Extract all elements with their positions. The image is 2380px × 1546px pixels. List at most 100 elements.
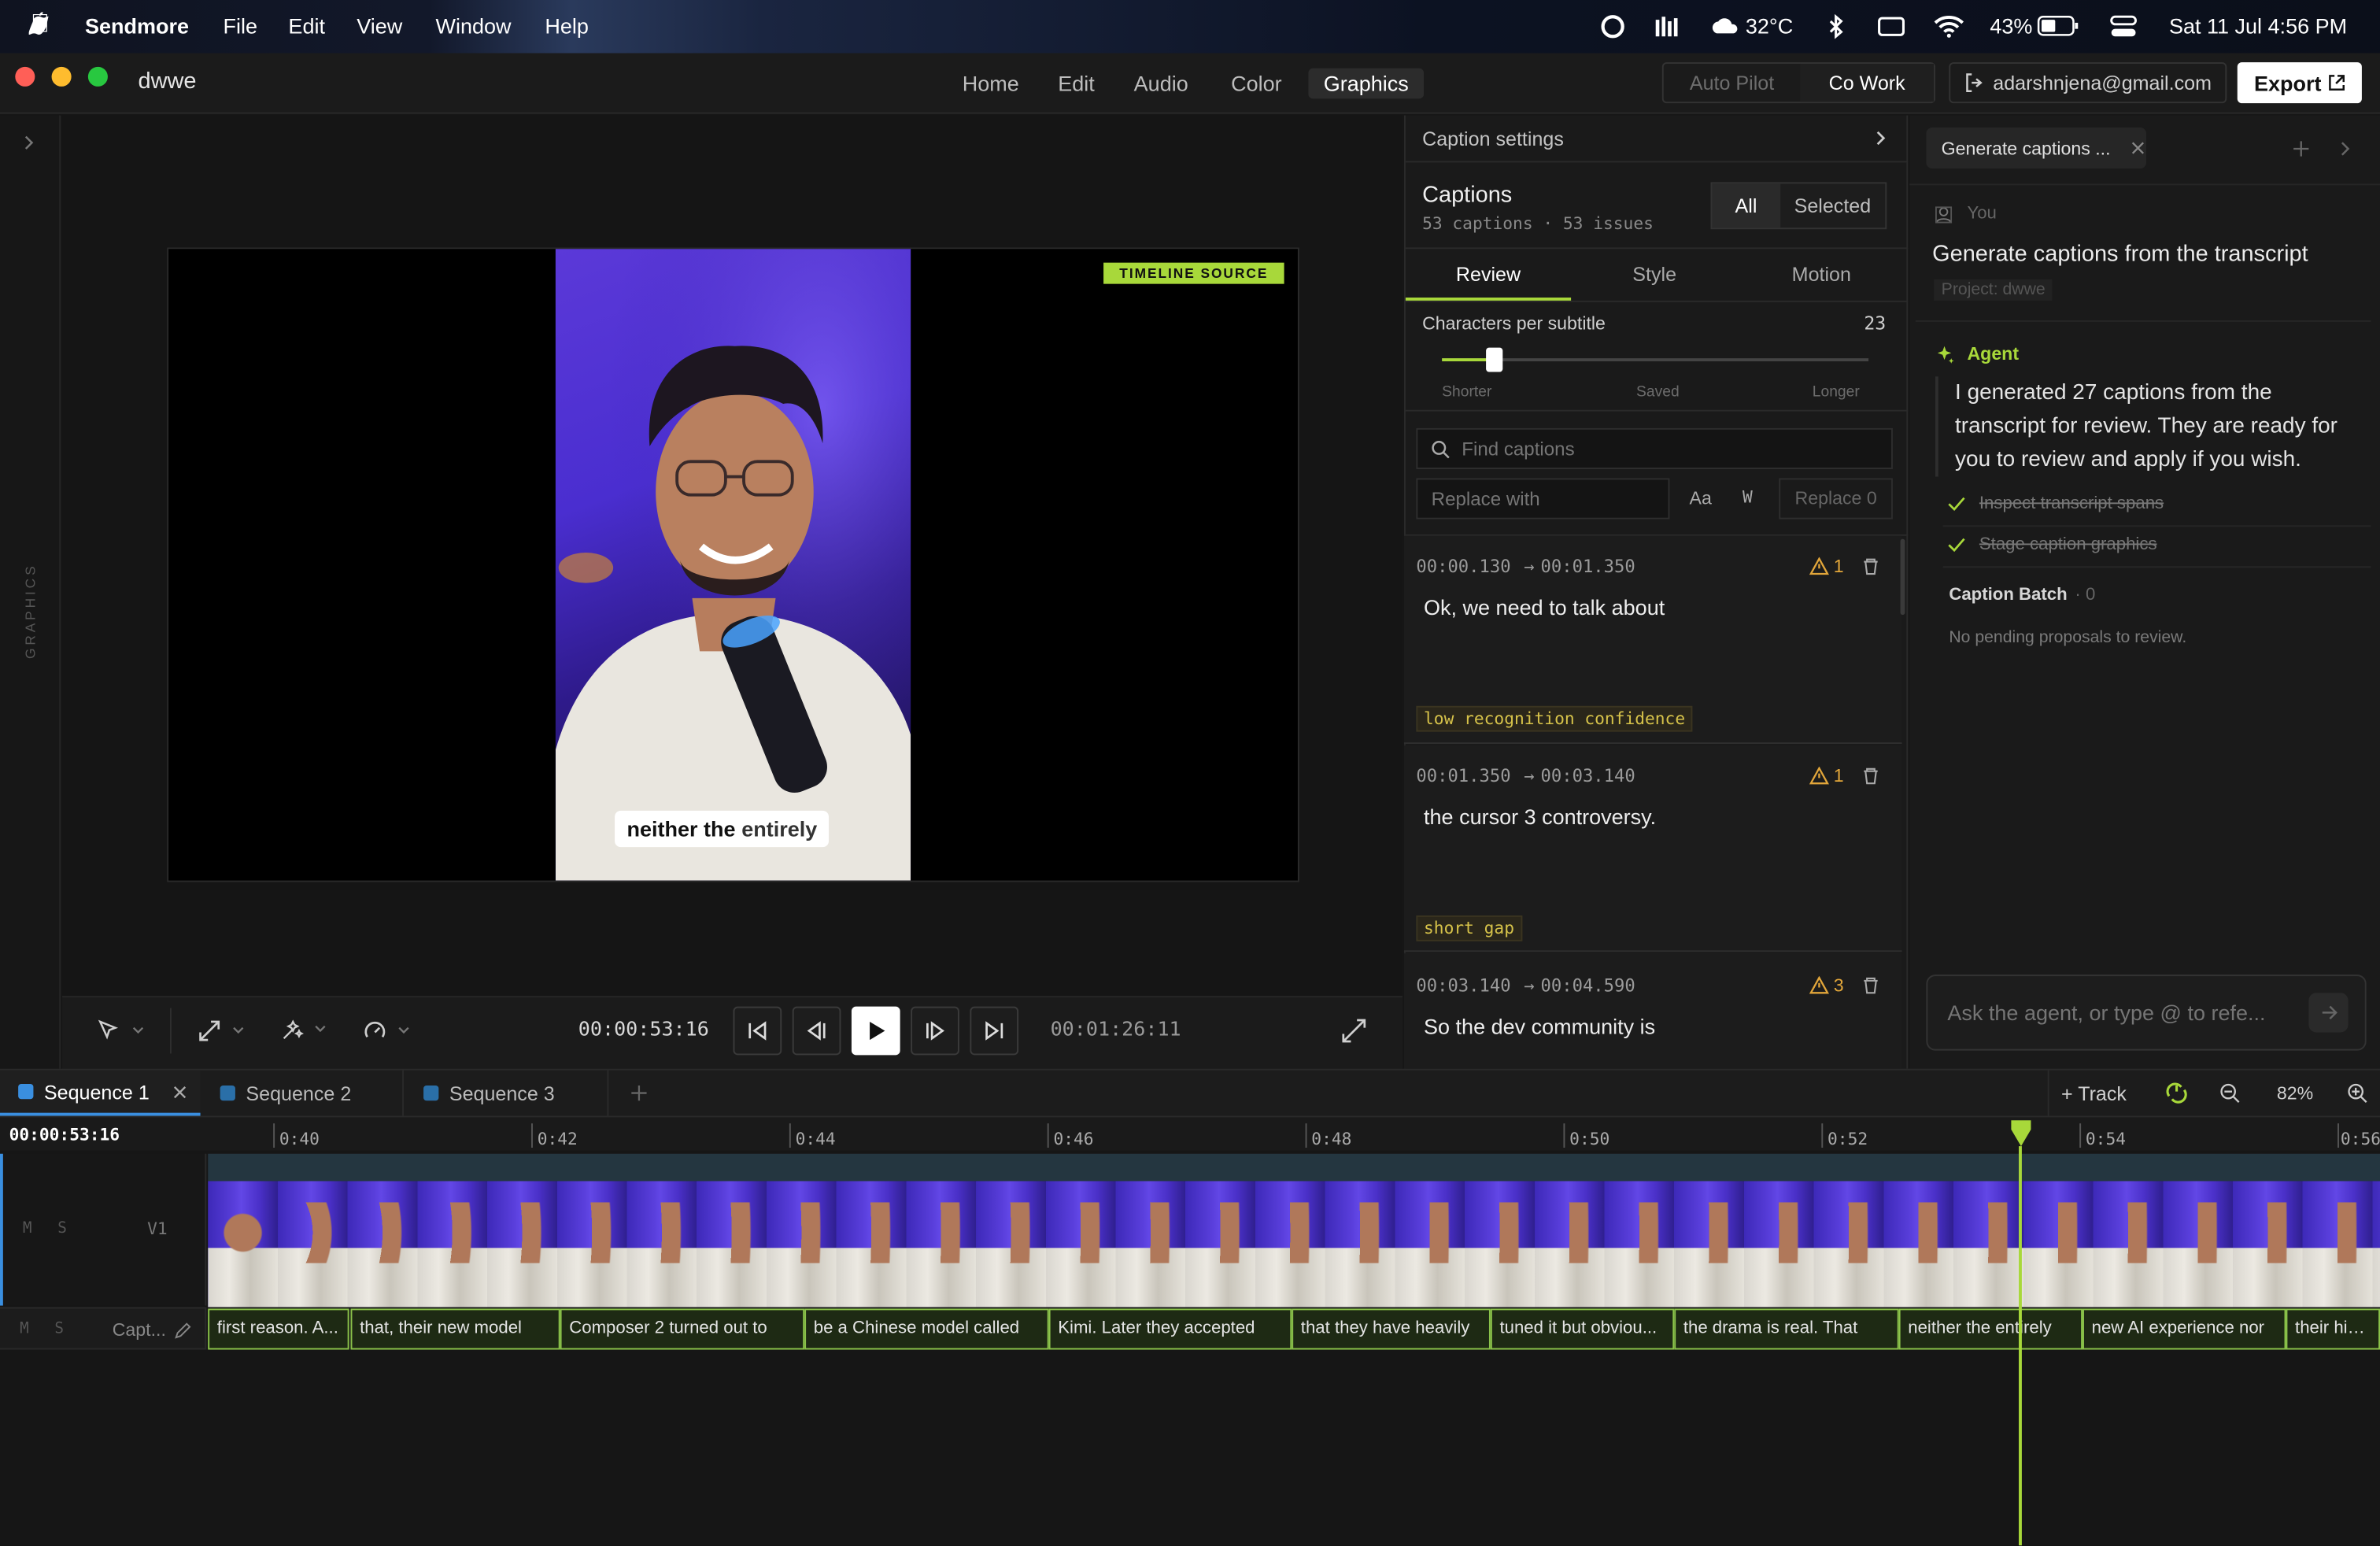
apple-logo-icon[interactable] — [28, 12, 54, 39]
display-icon[interactable] — [1878, 15, 1905, 38]
go-to-end-button[interactable] — [970, 1006, 1019, 1056]
agent-input[interactable] — [1947, 1000, 2297, 1025]
cps-slider-track[interactable] — [1442, 347, 1869, 372]
mute-button[interactable]: M — [23, 1221, 32, 1237]
tab-motion[interactable]: Motion — [1738, 249, 1905, 301]
add-sequence-icon[interactable] — [630, 1084, 648, 1102]
account-button[interactable]: adarshnjena@gmail.com — [1949, 62, 2227, 104]
caption-clip[interactable]: Composer 2 turned out to — [560, 1308, 805, 1350]
whole-word-toggle[interactable]: W — [1743, 487, 1753, 507]
caption-clip[interactable]: be a Chinese model called — [804, 1308, 1049, 1350]
menu-view[interactable]: View — [357, 13, 402, 38]
tab-edit[interactable]: Edit — [1043, 68, 1110, 99]
playhead-handle[interactable] — [2009, 1119, 2032, 1148]
cps-slider-handle[interactable] — [1486, 347, 1503, 372]
caption-clip[interactable]: that they have heavily — [1292, 1308, 1491, 1350]
video-clip[interactable] — [208, 1181, 2380, 1307]
find-captions-field[interactable] — [1416, 427, 1893, 469]
scrollbar[interactable] — [1900, 538, 1905, 616]
caption-clip[interactable]: tuned it but obviou... — [1490, 1308, 1675, 1350]
zoom-out-icon[interactable] — [2219, 1082, 2241, 1104]
close-icon[interactable] — [174, 1085, 187, 1098]
replace-button[interactable]: Replace 0 — [1779, 478, 1893, 520]
tab-home[interactable]: Home — [947, 68, 1034, 99]
clock[interactable]: Sat 11 Jul 4:56 PM — [2169, 13, 2347, 38]
cowork-button[interactable]: Co Work — [1800, 64, 1935, 102]
delete-icon[interactable] — [1862, 976, 1879, 994]
caption-clip[interactable]: Kimi. Later they accepted — [1048, 1308, 1292, 1350]
delete-icon[interactable] — [1862, 767, 1879, 785]
select-tool-icon[interactable] — [97, 1019, 149, 1043]
go-to-start-button[interactable] — [733, 1006, 782, 1056]
batch-label: Caption Batch — [1949, 586, 2068, 605]
caption-text[interactable]: So the dev community is — [1424, 1014, 1655, 1038]
menu-edit[interactable]: Edit — [288, 13, 325, 38]
pencil-icon[interactable] — [175, 1322, 191, 1339]
app-menu[interactable]: Sendmore — [85, 13, 189, 38]
caption-clip[interactable]: the drama is real. That — [1674, 1308, 1899, 1350]
snap-icon[interactable] — [2164, 1081, 2189, 1105]
sequence-tab-2[interactable]: Sequence 2 — [202, 1070, 405, 1116]
chevron-right-icon[interactable] — [1873, 129, 1888, 147]
agent-session-tab[interactable]: Generate captions ... — [1926, 128, 2147, 169]
tab-color[interactable]: Color — [1216, 68, 1297, 99]
tab-audio[interactable]: Audio — [1118, 68, 1203, 99]
tab-style[interactable]: Style — [1571, 249, 1738, 301]
replace-field[interactable] — [1416, 478, 1670, 520]
menu-window[interactable]: Window — [436, 13, 512, 38]
zoom-in-icon[interactable] — [2347, 1082, 2368, 1104]
delete-icon[interactable] — [1862, 557, 1879, 575]
caption-text[interactable]: the cursor 3 controversy. — [1424, 804, 1656, 829]
caption-clip[interactable]: neither the entirely — [1898, 1308, 2083, 1350]
step-back-button[interactable] — [792, 1006, 841, 1056]
solo-button[interactable]: S — [57, 1221, 67, 1237]
bluetooth-icon[interactable] — [1828, 13, 1846, 39]
caption-text[interactable]: Ok, we need to talk about — [1424, 595, 1665, 620]
caption-clip[interactable]: that, their new model — [350, 1308, 560, 1350]
wifi-icon[interactable] — [1934, 13, 1964, 38]
left-panel-strip: GRAPHICS — [0, 115, 61, 1069]
minimize-window-button[interactable] — [51, 66, 72, 87]
fullscreen-icon[interactable] — [1342, 1019, 1366, 1043]
find-captions-input[interactable] — [1462, 438, 1857, 460]
agent-input-box[interactable] — [1926, 975, 2367, 1051]
plus-icon[interactable] — [2292, 139, 2310, 157]
send-button[interactable] — [2308, 993, 2349, 1033]
close-window-button[interactable] — [15, 66, 35, 87]
transform-tool-icon[interactable] — [198, 1019, 249, 1043]
control-center-icon[interactable] — [2110, 13, 2138, 39]
step-forward-button[interactable] — [911, 1006, 959, 1056]
preview-canvas[interactable]: TIMELINE SOURCE neither the entirely — [167, 247, 1299, 882]
effects-tool-icon[interactable] — [279, 1017, 331, 1043]
add-track-button[interactable]: + Track — [2061, 1082, 2127, 1105]
match-case-toggle[interactable]: Aa — [1690, 487, 1712, 509]
menu-file[interactable]: File — [224, 13, 258, 38]
battery-icon[interactable] — [2037, 15, 2079, 36]
export-button[interactable]: Export — [2237, 62, 2362, 104]
caption-clip[interactable]: new AI experience nor — [2082, 1308, 2286, 1350]
tab-review[interactable]: Review — [1405, 249, 1572, 301]
chevron-right-icon[interactable] — [2338, 139, 2352, 157]
replace-input[interactable] — [1431, 488, 1659, 510]
menu-help[interactable]: Help — [545, 13, 589, 38]
caption-end-time: 00:04.590 — [1540, 975, 1635, 997]
sequence-tab-3[interactable]: Sequence 3 — [405, 1070, 609, 1116]
tab-graphics[interactable]: Graphics — [1308, 68, 1425, 99]
caption-overlay[interactable]: neither the entirely — [615, 810, 830, 848]
solo-button[interactable]: S — [54, 1321, 64, 1337]
caption-clip[interactable]: their hiding — [2286, 1308, 2380, 1350]
speed-tool-icon[interactable] — [363, 1019, 415, 1043]
autopilot-button[interactable]: Auto Pilot — [1664, 72, 1801, 94]
close-icon[interactable] — [2132, 141, 2145, 154]
caption-card[interactable] — [1403, 953, 1902, 1069]
chevron-right-icon[interactable] — [21, 134, 36, 152]
zoom-window-button[interactable] — [87, 66, 108, 87]
sequence-tab-1[interactable]: Sequence 1 — [0, 1070, 201, 1116]
play-button[interactable] — [851, 1006, 900, 1056]
filter-all-button[interactable]: All — [1712, 183, 1780, 228]
filter-selected-button[interactable]: Selected — [1779, 194, 1885, 217]
record-icon[interactable] — [1600, 13, 1626, 39]
caption-clip[interactable]: first reason. A... — [208, 1308, 349, 1350]
mute-button[interactable]: M — [20, 1321, 29, 1337]
activity-icon[interactable] — [1654, 13, 1682, 39]
